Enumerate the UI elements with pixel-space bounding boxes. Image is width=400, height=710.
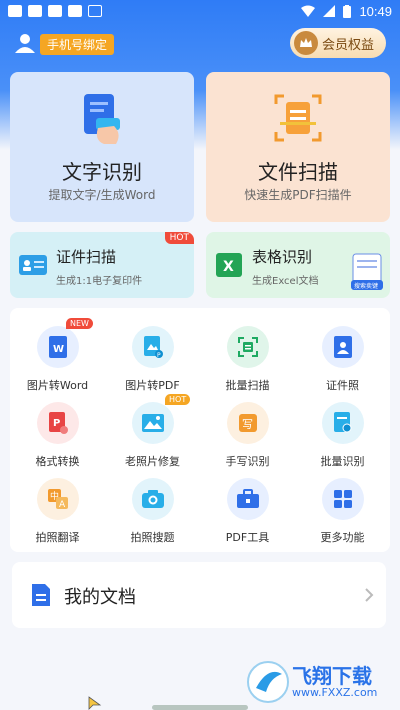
svg-text:P: P <box>53 418 60 429</box>
grid-item-batch-scan[interactable]: 批量扫描 <box>200 318 295 394</box>
my-documents-row[interactable]: 我的文档 <box>12 562 386 628</box>
grid-item-label: 证件照 <box>326 379 359 392</box>
handwriting-icon: 写 <box>226 402 269 444</box>
grid-item-label: 批量扫描 <box>225 379 270 392</box>
grid-item-label: 拍照翻译 <box>35 531 80 544</box>
svg-text:写: 写 <box>242 418 253 431</box>
toolbox-icon <box>226 478 269 520</box>
notification-icon <box>28 5 42 17</box>
word-icon: W <box>36 326 79 368</box>
cursor-icon <box>88 696 102 710</box>
grid-item-label: 格式转换 <box>35 455 80 468</box>
grid-item-label: 图片转PDF <box>125 379 180 392</box>
table-recognition-subtitle: 生成Excel文档 <box>252 276 319 287</box>
my-documents-title: 我的文档 <box>64 587 136 608</box>
svg-text:X: X <box>223 259 234 275</box>
batch-scan-icon <box>226 326 269 368</box>
translate-icon: 中A <box>36 478 79 520</box>
table-recognition-title: 表格识别 <box>252 248 313 266</box>
grid-item-handwriting[interactable]: 写 手写识别 <box>200 394 295 470</box>
header: 手机号绑定 会员权益 <box>0 26 400 64</box>
chevron-right-icon <box>365 588 374 602</box>
grid-item-label: PDF工具 <box>225 531 270 544</box>
text-recognition-card[interactable]: 文字识别 提取文字/生成Word <box>10 72 194 222</box>
notification-icon <box>68 5 82 17</box>
grid-item-format-convert[interactable]: P 格式转换 <box>10 394 105 470</box>
text-recognition-title: 文字识别 <box>62 160 142 184</box>
document-icon <box>32 584 50 606</box>
svg-text:A: A <box>59 500 66 510</box>
svg-text:P: P <box>157 352 161 359</box>
grid-item-label: 图片转Word <box>26 379 89 392</box>
grid-item-label: 批量识别 <box>320 455 365 468</box>
id-scan-title: 证件扫描 <box>56 248 117 266</box>
search-tip-icon: 搜索卖键 <box>351 253 383 290</box>
wifi-icon <box>301 5 316 17</box>
vip-benefits-label: 会员权益 <box>322 37 375 53</box>
notification-icon <box>8 5 22 17</box>
id-scan-subtitle: 生成1:1电子复印件 <box>56 276 143 287</box>
grid-item-more[interactable]: 更多功能 <box>295 470 390 546</box>
grid-item-photo-restore[interactable]: HOT 老照片修复 <box>105 394 200 470</box>
id-card-icon <box>19 255 47 275</box>
signal-icon <box>323 5 336 17</box>
grid-item-image-to-pdf[interactable]: P 图片转PDF <box>105 318 200 394</box>
batch-recognize-icon <box>321 402 364 444</box>
clock: 10:49 <box>359 3 392 19</box>
status-bar: 10:49 <box>0 0 400 22</box>
crown-icon <box>294 31 318 55</box>
table-recognition-card[interactable]: X 表格识别 生成Excel文档 搜索卖键 <box>206 232 390 298</box>
vip-benefits-button[interactable]: 会员权益 <box>290 28 386 58</box>
grid-item-pdf-tools[interactable]: PDF工具 <box>200 470 295 546</box>
file-scan-subtitle: 快速生成PDF扫描件 <box>244 188 352 202</box>
bind-phone-button[interactable]: 手机号绑定 <box>40 34 115 55</box>
id-scan-card[interactable]: 证件扫描 生成1:1电子复印件 HOT <box>10 232 194 298</box>
grid-item-photo-translate[interactable]: 中A 拍照翻译 <box>10 470 105 546</box>
feature-grid: W NEW 图片转Word P 图片转PDF 批量扫描 证件照 P 格式转换 H… <box>10 308 390 552</box>
file-scan-card[interactable]: 文件扫描 快速生成PDF扫描件 <box>206 72 390 222</box>
excel-icon: X <box>216 253 242 277</box>
notification-icon <box>48 5 62 17</box>
photo-restore-icon <box>131 402 174 444</box>
camera-icon <box>131 478 174 520</box>
hot-badge: HOT <box>164 232 194 244</box>
more-grid-icon <box>321 478 364 520</box>
new-badge: NEW <box>66 318 93 329</box>
pdf-image-icon: P <box>131 326 174 368</box>
notification-icon <box>88 5 102 17</box>
id-photo-icon <box>321 326 364 368</box>
format-convert-icon: P <box>36 402 79 444</box>
file-scan-icon <box>274 94 322 142</box>
grid-item-label: 拍照搜题 <box>130 531 175 544</box>
text-recognition-icon <box>84 94 120 144</box>
grid-item-batch-recognize[interactable]: 批量识别 <box>295 394 390 470</box>
home-indicator[interactable] <box>152 705 248 710</box>
grid-item-label: 更多功能 <box>320 531 365 544</box>
grid-item-label: 老照片修复 <box>125 455 180 468</box>
grid-item-id-photo[interactable]: 证件照 <box>295 318 390 394</box>
battery-icon <box>343 4 352 18</box>
search-tip-label: 搜索卖键 <box>354 282 378 290</box>
grid-item-image-to-word[interactable]: W NEW 图片转Word <box>10 318 105 394</box>
user-icon[interactable] <box>14 32 36 54</box>
grid-item-label: 手写识别 <box>225 455 270 468</box>
text-recognition-subtitle: 提取文字/生成Word <box>48 188 156 202</box>
svg-text:W: W <box>53 344 64 355</box>
watermark-url: www.FXXZ.com <box>292 686 378 699</box>
grid-item-photo-search[interactable]: 拍照搜题 <box>105 470 200 546</box>
hot-badge: HOT <box>165 394 191 405</box>
file-scan-title: 文件扫描 <box>258 160 338 184</box>
watermark-text: 飞翔下载 <box>292 664 372 688</box>
